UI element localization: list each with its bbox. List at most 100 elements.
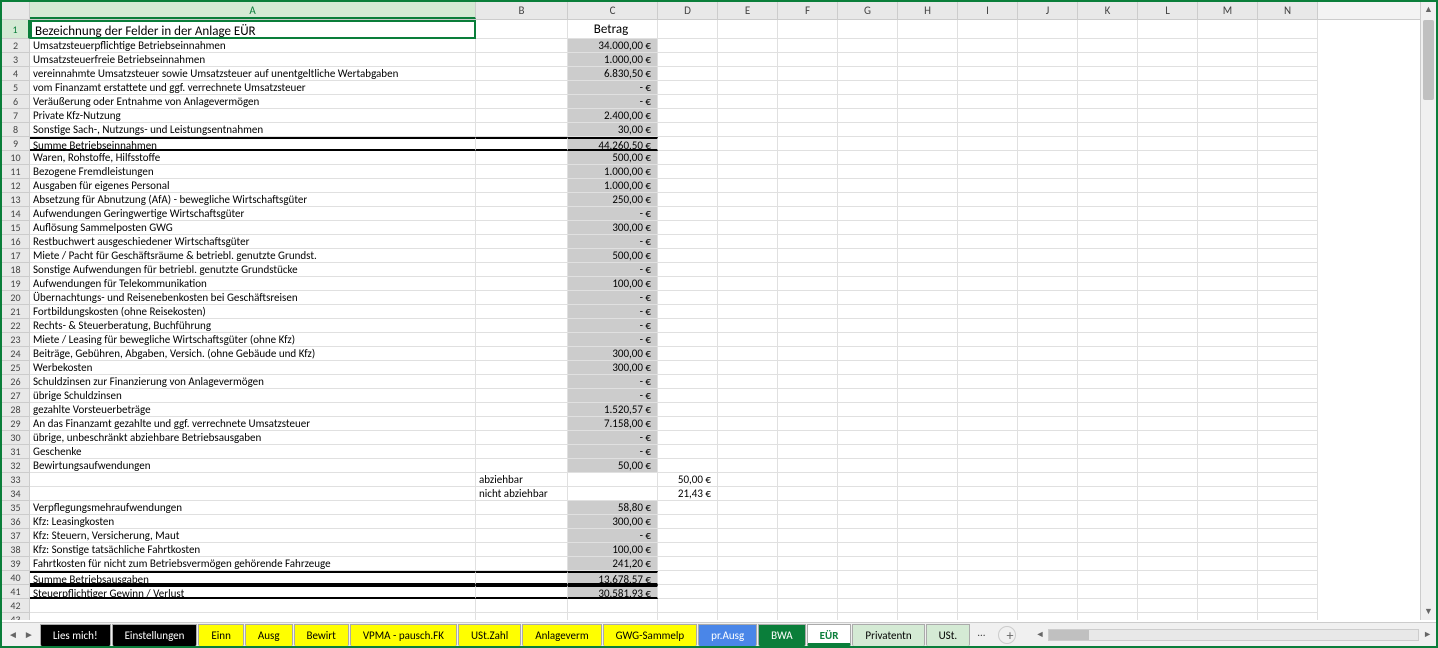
cell[interactable] xyxy=(1078,613,1138,620)
cell[interactable] xyxy=(476,543,568,557)
cell[interactable] xyxy=(1078,417,1138,431)
cell[interactable] xyxy=(718,179,778,193)
cell[interactable] xyxy=(658,193,718,207)
cell[interactable] xyxy=(838,249,898,263)
cell[interactable]: 100,00 € xyxy=(568,277,658,291)
row-header-2[interactable]: 2 xyxy=(2,39,30,53)
row-header-6[interactable]: 6 xyxy=(2,95,30,109)
column-header-A[interactable]: A xyxy=(30,2,476,19)
cell[interactable] xyxy=(1018,179,1078,193)
cell[interactable] xyxy=(1138,501,1198,515)
cell[interactable] xyxy=(778,599,838,613)
cell[interactable] xyxy=(838,599,898,613)
cell[interactable] xyxy=(898,263,958,277)
row-header-7[interactable]: 7 xyxy=(2,109,30,123)
cell[interactable] xyxy=(958,137,1018,151)
cell[interactable] xyxy=(1078,459,1138,473)
sheet-tab-bwa[interactable]: BWA xyxy=(758,624,806,646)
cell[interactable] xyxy=(1258,375,1318,389)
cell[interactable] xyxy=(958,81,1018,95)
cell[interactable] xyxy=(958,319,1018,333)
cell[interactable] xyxy=(1198,543,1258,557)
cell[interactable] xyxy=(1258,193,1318,207)
cell[interactable] xyxy=(718,473,778,487)
cell[interactable] xyxy=(718,417,778,431)
cell[interactable] xyxy=(658,431,718,445)
cell[interactable] xyxy=(1138,529,1198,543)
cell[interactable] xyxy=(958,235,1018,249)
cell[interactable] xyxy=(1198,417,1258,431)
row-header-20[interactable]: 20 xyxy=(2,291,30,305)
cell[interactable] xyxy=(718,487,778,501)
cell[interactable] xyxy=(1138,291,1198,305)
cell[interactable] xyxy=(1198,20,1258,39)
cell[interactable] xyxy=(718,389,778,403)
cell[interactable] xyxy=(1258,417,1318,431)
cell[interactable] xyxy=(1138,613,1198,620)
cell[interactable] xyxy=(1018,165,1078,179)
cell[interactable]: abziehbar xyxy=(476,473,568,487)
cell[interactable] xyxy=(778,179,838,193)
cell[interactable] xyxy=(958,347,1018,361)
row-header-39[interactable]: 39 xyxy=(2,557,30,571)
cell[interactable] xyxy=(1078,319,1138,333)
cell[interactable] xyxy=(1198,529,1258,543)
cell[interactable] xyxy=(718,291,778,305)
cell[interactable] xyxy=(1198,487,1258,501)
cell[interactable] xyxy=(778,39,838,53)
cell[interactable] xyxy=(1078,431,1138,445)
cell[interactable] xyxy=(1198,599,1258,613)
cell[interactable] xyxy=(1138,235,1198,249)
cell[interactable] xyxy=(476,53,568,67)
cell[interactable] xyxy=(1078,221,1138,235)
cell[interactable]: 300,00 € xyxy=(568,515,658,529)
cell[interactable] xyxy=(778,165,838,179)
cell[interactable] xyxy=(476,207,568,221)
row-header-12[interactable]: 12 xyxy=(2,179,30,193)
column-header-L[interactable]: L xyxy=(1138,2,1198,19)
cell[interactable] xyxy=(1258,501,1318,515)
cell[interactable] xyxy=(718,557,778,571)
cell[interactable]: Beiträge, Gebühren, Abgaben, Versich. (o… xyxy=(30,347,476,361)
cell[interactable] xyxy=(1018,599,1078,613)
cell[interactable] xyxy=(1078,235,1138,249)
cell[interactable] xyxy=(718,67,778,81)
cell[interactable] xyxy=(1138,263,1198,277)
cell[interactable] xyxy=(1018,263,1078,277)
cell[interactable] xyxy=(1258,179,1318,193)
cell[interactable] xyxy=(1078,361,1138,375)
cell[interactable]: Verpflegungsmehraufwendungen xyxy=(30,501,476,515)
cell[interactable]: 1.000,00 € xyxy=(568,179,658,193)
cell[interactable] xyxy=(1198,347,1258,361)
cell[interactable] xyxy=(476,571,568,585)
cell[interactable] xyxy=(898,487,958,501)
cell[interactable] xyxy=(1018,109,1078,123)
tab-nav-first-icon[interactable]: ◄ xyxy=(8,628,18,641)
cell[interactable] xyxy=(476,221,568,235)
cell[interactable] xyxy=(718,319,778,333)
cell[interactable] xyxy=(1018,389,1078,403)
cell[interactable] xyxy=(898,375,958,389)
cell[interactable] xyxy=(898,403,958,417)
cell[interactable] xyxy=(658,515,718,529)
cell[interactable]: 2.400,00 € xyxy=(568,109,658,123)
cell[interactable] xyxy=(1258,207,1318,221)
cell[interactable]: Sonstige Aufwendungen für betriebl. genu… xyxy=(30,263,476,277)
cell[interactable] xyxy=(958,543,1018,557)
cell[interactable] xyxy=(958,515,1018,529)
cell[interactable] xyxy=(1078,515,1138,529)
cell[interactable] xyxy=(1078,123,1138,137)
sheet-tab-gwg-sammelp[interactable]: GWG-Sammelp xyxy=(603,624,698,646)
cell[interactable] xyxy=(568,599,658,613)
cell[interactable] xyxy=(1078,20,1138,39)
cell[interactable]: Bewirtungsaufwendungen xyxy=(30,459,476,473)
cell[interactable] xyxy=(658,459,718,473)
cell[interactable] xyxy=(718,585,778,599)
cell[interactable] xyxy=(658,417,718,431)
cell[interactable] xyxy=(718,109,778,123)
cell[interactable] xyxy=(778,557,838,571)
cell[interactable] xyxy=(958,417,1018,431)
cell[interactable] xyxy=(568,487,658,501)
cell[interactable] xyxy=(658,207,718,221)
cell[interactable] xyxy=(1018,123,1078,137)
